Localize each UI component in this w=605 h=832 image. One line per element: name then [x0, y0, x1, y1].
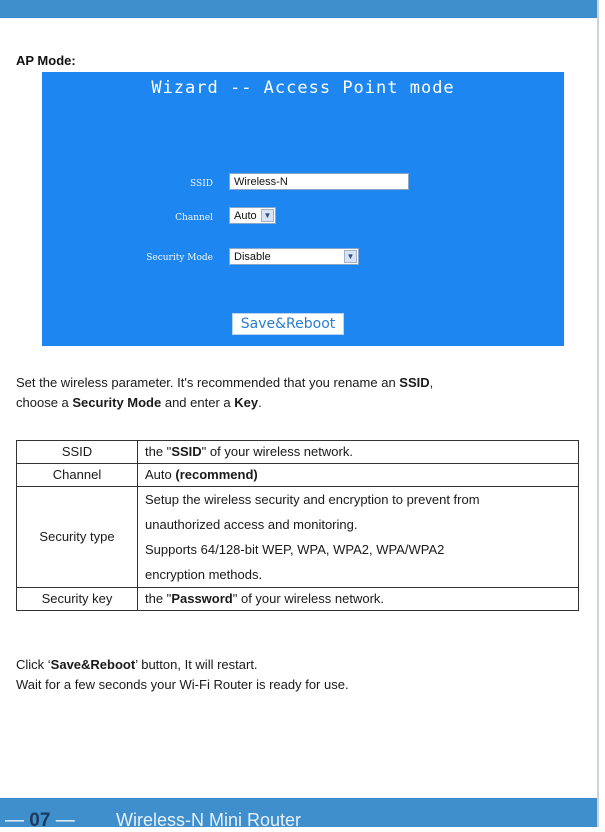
table-key: Security type — [16, 486, 138, 588]
footer-dash: — — [55, 810, 75, 831]
chevron-down-icon: ▼ — [344, 250, 357, 263]
table-value-text: Auto — [145, 467, 176, 482]
table-value-bold: (recommend) — [175, 467, 258, 482]
ssid-label: SSID — [190, 179, 213, 189]
table-value-line: encryption methods. — [145, 567, 263, 582]
page-edge-rule — [597, 0, 599, 827]
wizard-title: Wizard -- Access Point mode — [151, 78, 455, 98]
table-value-text: the " — [145, 444, 172, 459]
table-row: Security key the "Password" of your wire… — [16, 587, 579, 611]
outro-save-reboot: Save&Reboot — [50, 657, 136, 672]
page-number-block: — 07 — — [5, 810, 75, 832]
table-value-line: unauthorized access and monitoring. — [145, 517, 358, 532]
outro-text: ’ button, It will restart. — [135, 657, 258, 672]
table-row: Channel Auto (recommend) — [16, 463, 579, 487]
table-row: SSID the "SSID" of your wireless network… — [16, 440, 579, 464]
table-value-line: Supports 64/128-bit WEP, WPA, WPA2, WPA/… — [145, 542, 445, 557]
footer-band: — 07 — Wireless-N Mini Router — [0, 798, 597, 831]
channel-select-value: Auto — [234, 210, 257, 222]
security-mode-select-value: Disable — [234, 251, 271, 263]
intro-security-mode: Security Mode — [72, 395, 162, 410]
table-value-bold: SSID — [171, 444, 202, 459]
table-value-text: the " — [145, 591, 172, 606]
product-name: Wireless-N Mini Router — [116, 810, 302, 830]
outro-wait-text: Wait for a few seconds your Wi-Fi Router… — [16, 677, 349, 692]
table-key: Security key — [16, 587, 138, 611]
page-number: 07 — [29, 810, 51, 831]
intro-text: choose a — [16, 395, 73, 410]
table-key: Channel — [16, 463, 138, 487]
intro-text: Set the wireless parameter. It's recomme… — [16, 375, 400, 390]
save-reboot-button[interactable]: Save&Reboot — [232, 313, 344, 335]
table-value: the "SSID" of your wireless network. — [137, 440, 579, 464]
wizard-panel: Wizard -- Access Point mode SSID Wireles… — [42, 72, 564, 346]
footer-dash: — — [5, 810, 24, 831]
security-mode-select[interactable]: Disable ▼ — [229, 248, 359, 265]
chevron-down-icon: ▼ — [261, 209, 274, 222]
intro-paragraph: Set the wireless parameter. It's recomme… — [16, 373, 586, 413]
parameter-table: SSID the "SSID" of your wireless network… — [16, 440, 579, 611]
security-mode-label: Security Mode — [146, 253, 213, 263]
table-value: Setup the wireless security and encrypti… — [137, 486, 579, 588]
table-row: Security type Setup the wireless securit… — [16, 486, 579, 588]
table-value-text: " of your wireless network. — [232, 591, 385, 606]
channel-select[interactable]: Auto ▼ — [229, 207, 276, 224]
table-value-line: Setup the wireless security and encrypti… — [145, 492, 480, 507]
intro-text: and enter a — [161, 395, 235, 410]
intro-key: Key — [234, 395, 259, 410]
table-key: SSID — [16, 440, 138, 464]
table-value: Auto (recommend) — [137, 463, 579, 487]
ssid-input[interactable]: Wireless-N — [229, 173, 409, 190]
top-header-band — [0, 0, 597, 18]
table-value-bold: Password — [171, 591, 233, 606]
outro-text: Click ‘ — [16, 657, 51, 672]
section-title: AP Mode: — [16, 53, 76, 68]
channel-label: Channel — [175, 213, 213, 223]
intro-ssid: SSID — [399, 375, 430, 390]
table-value: the "Password" of your wireless network. — [137, 587, 579, 611]
table-value-text: " of your wireless network. — [201, 444, 353, 459]
intro-text: . — [258, 395, 262, 410]
intro-text: , — [429, 375, 434, 390]
outro-paragraph: Click ‘Save&Reboot’ button, It will rest… — [16, 655, 586, 695]
ssid-input-value: Wireless-N — [234, 176, 288, 188]
